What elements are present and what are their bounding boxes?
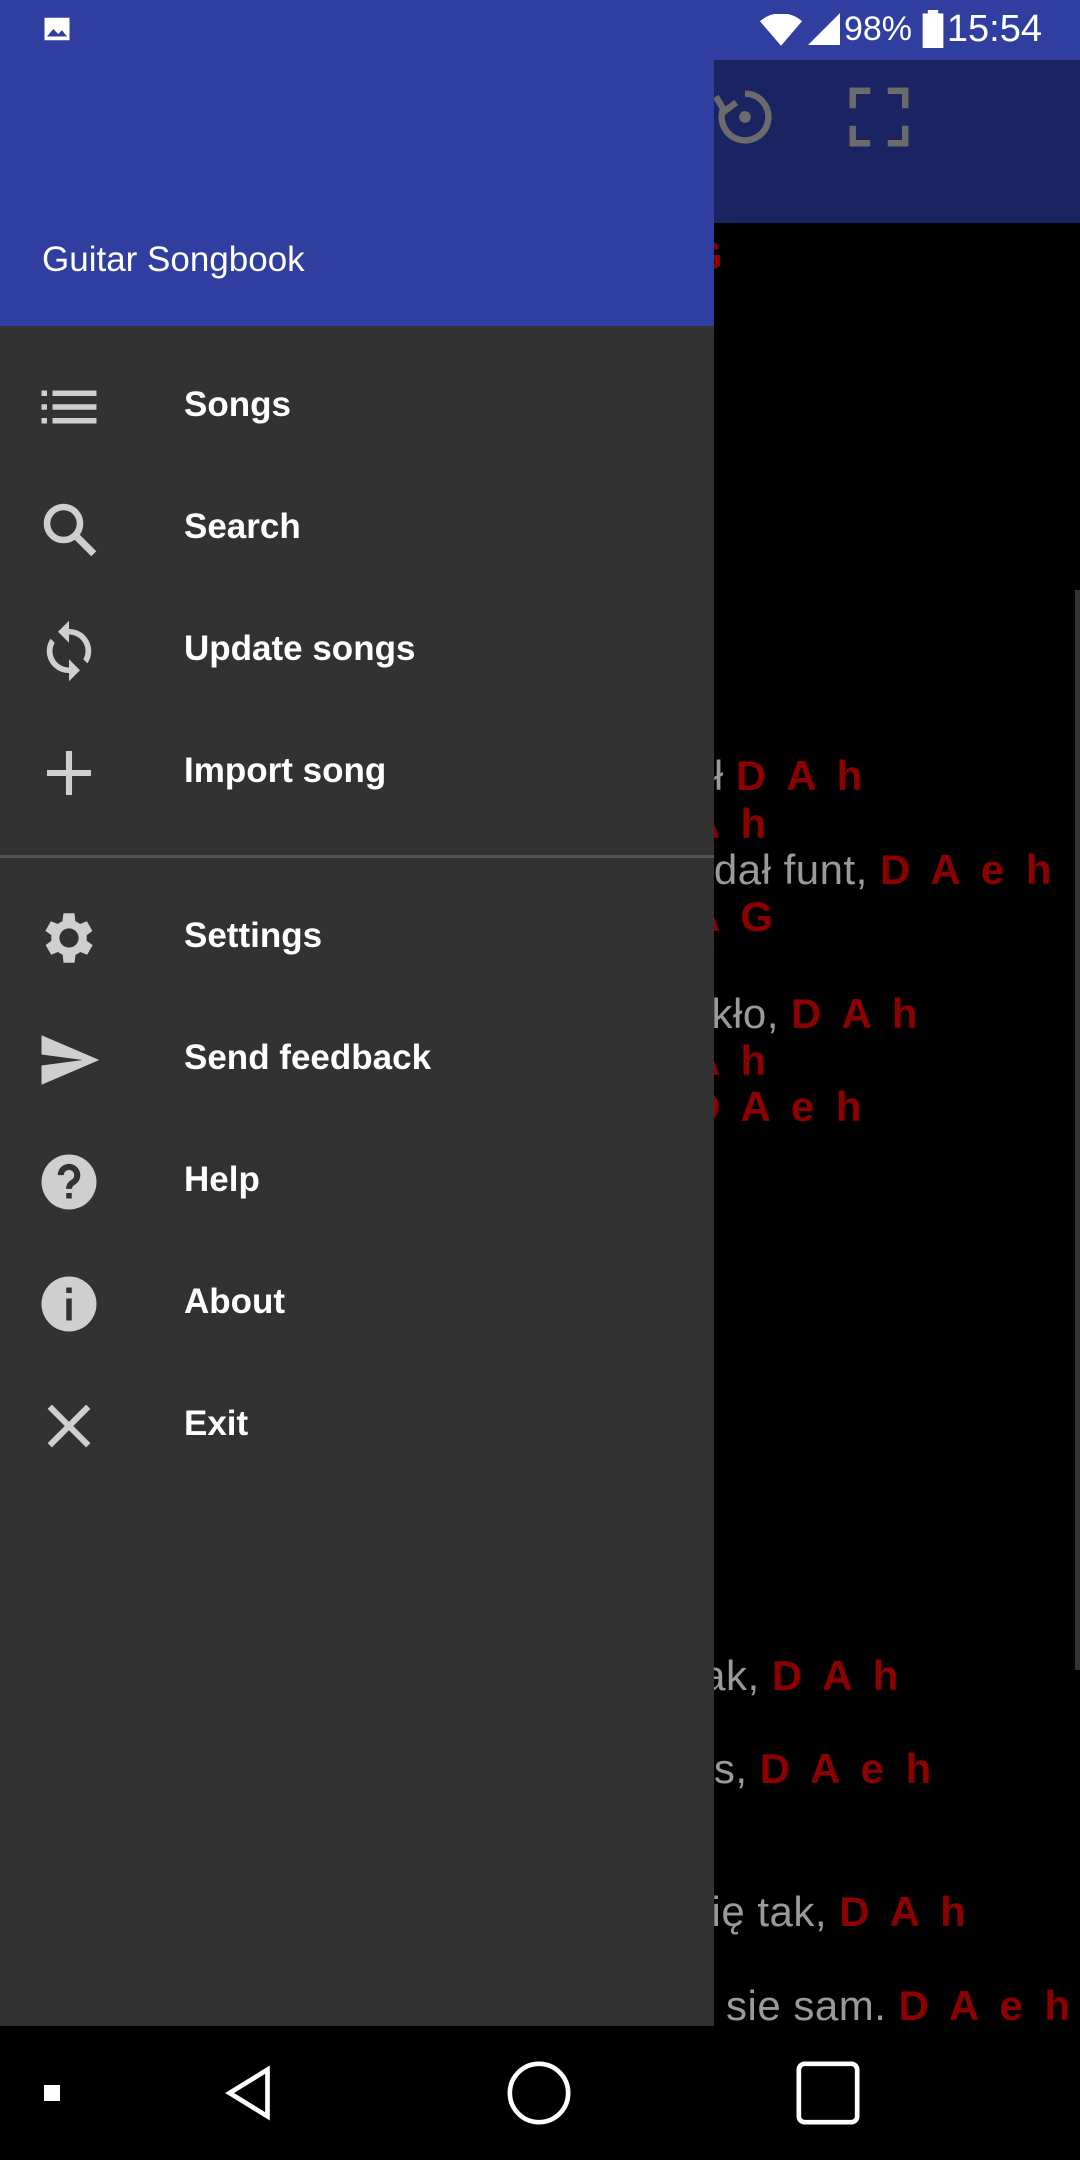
back-icon[interactable]: [215, 2058, 285, 2128]
status-bar: 98% 15:54: [0, 0, 1080, 60]
image-icon: [44, 17, 70, 41]
navigation-bar: [0, 2026, 1080, 2160]
chord-label: D A h: [771, 1652, 904, 1699]
send-icon: [41, 1035, 100, 1085]
menu-label: Search: [184, 507, 301, 546]
menu-label: Send feedback: [184, 1038, 432, 1077]
lyric-line: ół D A h: [690, 752, 867, 800]
chord-label: D A e h: [879, 846, 1057, 893]
list-icon: [41, 390, 97, 424]
lyric-line: się tak, D A h: [690, 1888, 971, 1935]
lyric-line: adał funt, D A e h: [690, 846, 1057, 893]
chord-label: D A h: [791, 990, 923, 1037]
wifi-icon: [760, 14, 802, 46]
scrollbar[interactable]: [1075, 590, 1080, 1670]
menu-item-update-songs[interactable]: Update songs: [0, 591, 714, 711]
navigation-drawer: Guitar Songbook Songs Search Update song…: [0, 0, 714, 2026]
menu-item-send-feedback[interactable]: Send feedback: [0, 1000, 714, 1120]
gear-icon: [45, 913, 93, 963]
close-icon: [47, 1404, 91, 1448]
chord-label: D A e h: [690, 1083, 867, 1130]
menu-item-help[interactable]: Help: [0, 1122, 714, 1242]
menu-label: Exit: [184, 1404, 249, 1443]
menu-label: Settings: [184, 916, 323, 955]
drawer-divider: [0, 855, 714, 858]
sync-icon: [46, 620, 92, 682]
chord-label: D A e h: [759, 1745, 937, 1792]
menu-label: Help: [184, 1160, 260, 1199]
menu-label: About: [184, 1282, 286, 1321]
menu-label: Update songs: [184, 629, 416, 668]
battery-icon: [922, 10, 944, 48]
chord-label: D A h: [839, 1888, 971, 1935]
menu-label: Songs: [184, 385, 291, 424]
lyric-line: zkło, D A h: [690, 990, 923, 1037]
menu-item-settings[interactable]: Settings: [0, 878, 714, 998]
menu-item-about[interactable]: About: [0, 1244, 714, 1364]
lyric-line: D A e h: [690, 1083, 867, 1131]
menu-item-import-song[interactable]: Import song: [0, 713, 714, 833]
chord-label: D A h: [735, 752, 868, 799]
plus-icon: [47, 751, 91, 795]
home-icon[interactable]: [504, 2058, 574, 2128]
chord-label: D A e h: [898, 1982, 1076, 2029]
info-icon: [41, 1276, 97, 1332]
menu-label: Import song: [184, 751, 387, 790]
drawer-title: Guitar Songbook: [42, 240, 305, 279]
battery-percent: 98%: [843, 10, 912, 48]
signal-icon: [808, 13, 840, 45]
menu-item-exit[interactable]: Exit: [0, 1366, 714, 1486]
search-icon: [43, 503, 97, 557]
recents-icon[interactable]: [793, 2058, 863, 2128]
status-time: 15:54: [946, 8, 1042, 50]
menu-item-search[interactable]: Search: [0, 469, 714, 589]
help-icon: [41, 1154, 97, 1210]
lyric-line: as, D A e h: [690, 1745, 937, 1792]
square-dot-icon[interactable]: [42, 2083, 62, 2103]
menu-item-songs[interactable]: Songs: [0, 347, 714, 467]
lyric-line: tak, D A h: [690, 1652, 904, 1699]
lyric-line: e sie sam. D A e h: [690, 1982, 1076, 2029]
